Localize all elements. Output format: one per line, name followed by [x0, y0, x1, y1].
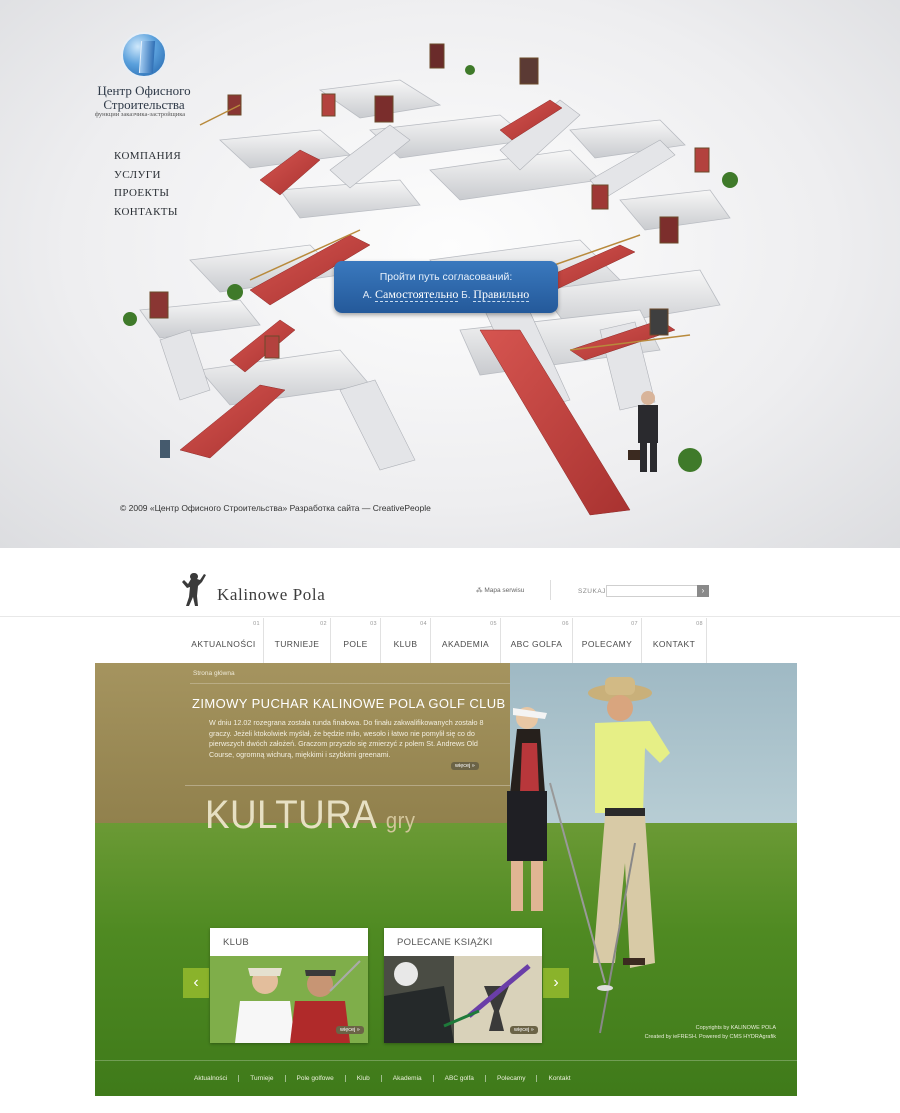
site-logo-text[interactable]: Kalinowe Pola [217, 585, 325, 605]
divider [185, 785, 510, 786]
tab-number: 03 [370, 621, 377, 627]
slogan-small: gry [385, 808, 416, 833]
tab-number: 06 [562, 621, 569, 627]
footer-link-abc-golfa[interactable]: ABC golfa [432, 1075, 485, 1082]
option-a-link[interactable]: Самостоятельно [374, 287, 459, 302]
divider [190, 683, 510, 684]
breadcrumb[interactable]: Strona główna [193, 670, 235, 677]
tab-aktualnosci[interactable]: 01 AKTUALNOŚCI [184, 618, 264, 663]
footer-link-klub[interactable]: Klub [344, 1075, 381, 1082]
tab-label: POLECAMY [581, 639, 633, 649]
trash-bin [160, 440, 170, 458]
tab-kontakt[interactable]: 08 KONTAKT [642, 618, 707, 663]
footer-link-akademia[interactable]: Akademia [380, 1075, 433, 1082]
footer-link-pole-golfowe[interactable]: Pole golfowe [284, 1075, 345, 1082]
tab-label: ABC GOLFA [510, 639, 563, 649]
tab-abc-golfa[interactable]: 06 ABC GOLFA [501, 618, 573, 663]
footer-link-polecamy[interactable]: Polecamy [484, 1075, 537, 1082]
hero-banner: Strona główna ZIMOWY PUCHAR KALINOWE POL… [95, 663, 797, 1096]
tab-number: 04 [420, 621, 427, 627]
chevron-left-icon: ‹ [193, 974, 199, 991]
tab-klub[interactable]: 04 KLUB [381, 618, 431, 663]
tab-number: 01 [253, 621, 260, 627]
tab-polecamy[interactable]: 07 POLECAMY [573, 618, 642, 663]
tab-label: AKADEMIA [441, 639, 490, 649]
header-rule [0, 616, 900, 617]
carousel-next-button[interactable]: › [543, 968, 569, 998]
tab-number: 07 [631, 621, 638, 627]
copyright-footer: © 2009 «Центр Офисного Строительства» Ра… [120, 503, 431, 513]
option-b-prefix: Б. [461, 290, 471, 301]
search-label: SZUKAJ [578, 588, 606, 595]
construction-site-screenshot: Центр Офисного Строительства функции зак… [0, 0, 900, 548]
chevron-right-icon: › [553, 974, 559, 991]
card-title: KLUB [223, 937, 250, 948]
card-title: POLECANE KSIĄŻKI [397, 937, 493, 948]
tab-label: KLUB [393, 639, 418, 649]
cta-options: А. Самостоятельно Б. Правильно [334, 287, 558, 302]
tab-number: 08 [696, 621, 703, 627]
slogan: KULTURA gry [205, 793, 415, 838]
news-title[interactable]: ZIMOWY PUCHAR KALINOWE POLA GOLF CLUB [192, 696, 506, 711]
tab-number: 05 [490, 621, 497, 627]
search-button[interactable]: › [697, 585, 709, 597]
golf-site-screenshot: Kalinowe Pola ⁂ Mapa serwisu SZUKAJ › 01… [0, 548, 900, 1113]
credits-line-2: Created by ieFRESH. Powered by CMS HYDRA… [644, 1034, 776, 1040]
tab-label: KONTAKT [652, 639, 696, 649]
footer-link-aktualnosci[interactable]: Aktualności [183, 1075, 238, 1082]
news-text: W dniu 12.02 rozegrana została runda fin… [209, 718, 484, 759]
credits-line-1: Copyrights by KALINOWE POLA [695, 1025, 776, 1031]
divider [95, 1060, 797, 1061]
slogan-main: KULTURA [205, 793, 376, 837]
card-more-button[interactable]: więcej » [510, 1026, 538, 1034]
tab-label: AKTUALNOŚCI [191, 639, 256, 649]
credits: Copyrights by KALINOWE POLA Created by i… [586, 1024, 776, 1042]
sitemap-link[interactable]: ⁂ Mapa serwisu [476, 586, 524, 594]
search-input[interactable] [606, 585, 698, 597]
tab-pole[interactable]: 03 POLE [331, 618, 381, 663]
card-more-button[interactable]: więcej » [336, 1026, 364, 1034]
footer-nav: Aktualności Turnieje Pole golfowe Klub A… [183, 1075, 582, 1082]
tab-number: 02 [320, 621, 327, 627]
approval-path-panel: Пройти путь согласований: А. Самостоятел… [334, 261, 558, 313]
card-klub[interactable]: KLUB więcej » [210, 928, 368, 1043]
carousel-prev-button[interactable]: ‹ [183, 968, 209, 998]
header-divider [550, 580, 551, 600]
tab-label: TURNIEJE [274, 639, 320, 649]
tab-akademia[interactable]: 05 AKADEMIA [431, 618, 501, 663]
footer-link-kontakt[interactable]: Kontakt [536, 1075, 581, 1082]
news-more-button[interactable]: więcej » [451, 762, 479, 770]
sitemap-label: Mapa serwisu [484, 587, 525, 594]
main-nav: 01 AKTUALNOŚCI 02 TURNIEJE 03 POLE 04 KL… [184, 618, 707, 663]
option-a-prefix: А. [362, 290, 373, 301]
option-b-link[interactable]: Правильно [473, 287, 530, 302]
footer-link-turnieje[interactable]: Turnieje [238, 1075, 284, 1082]
golfer-logo-icon[interactable] [180, 570, 208, 608]
tab-label: POLE [343, 639, 368, 649]
card-polecane-ksiazki[interactable]: POLECANE KSIĄŻKI więcej » [384, 928, 542, 1043]
cta-title: Пройти путь согласований: [379, 271, 513, 283]
tab-turnieje[interactable]: 02 TURNIEJE [264, 618, 331, 663]
